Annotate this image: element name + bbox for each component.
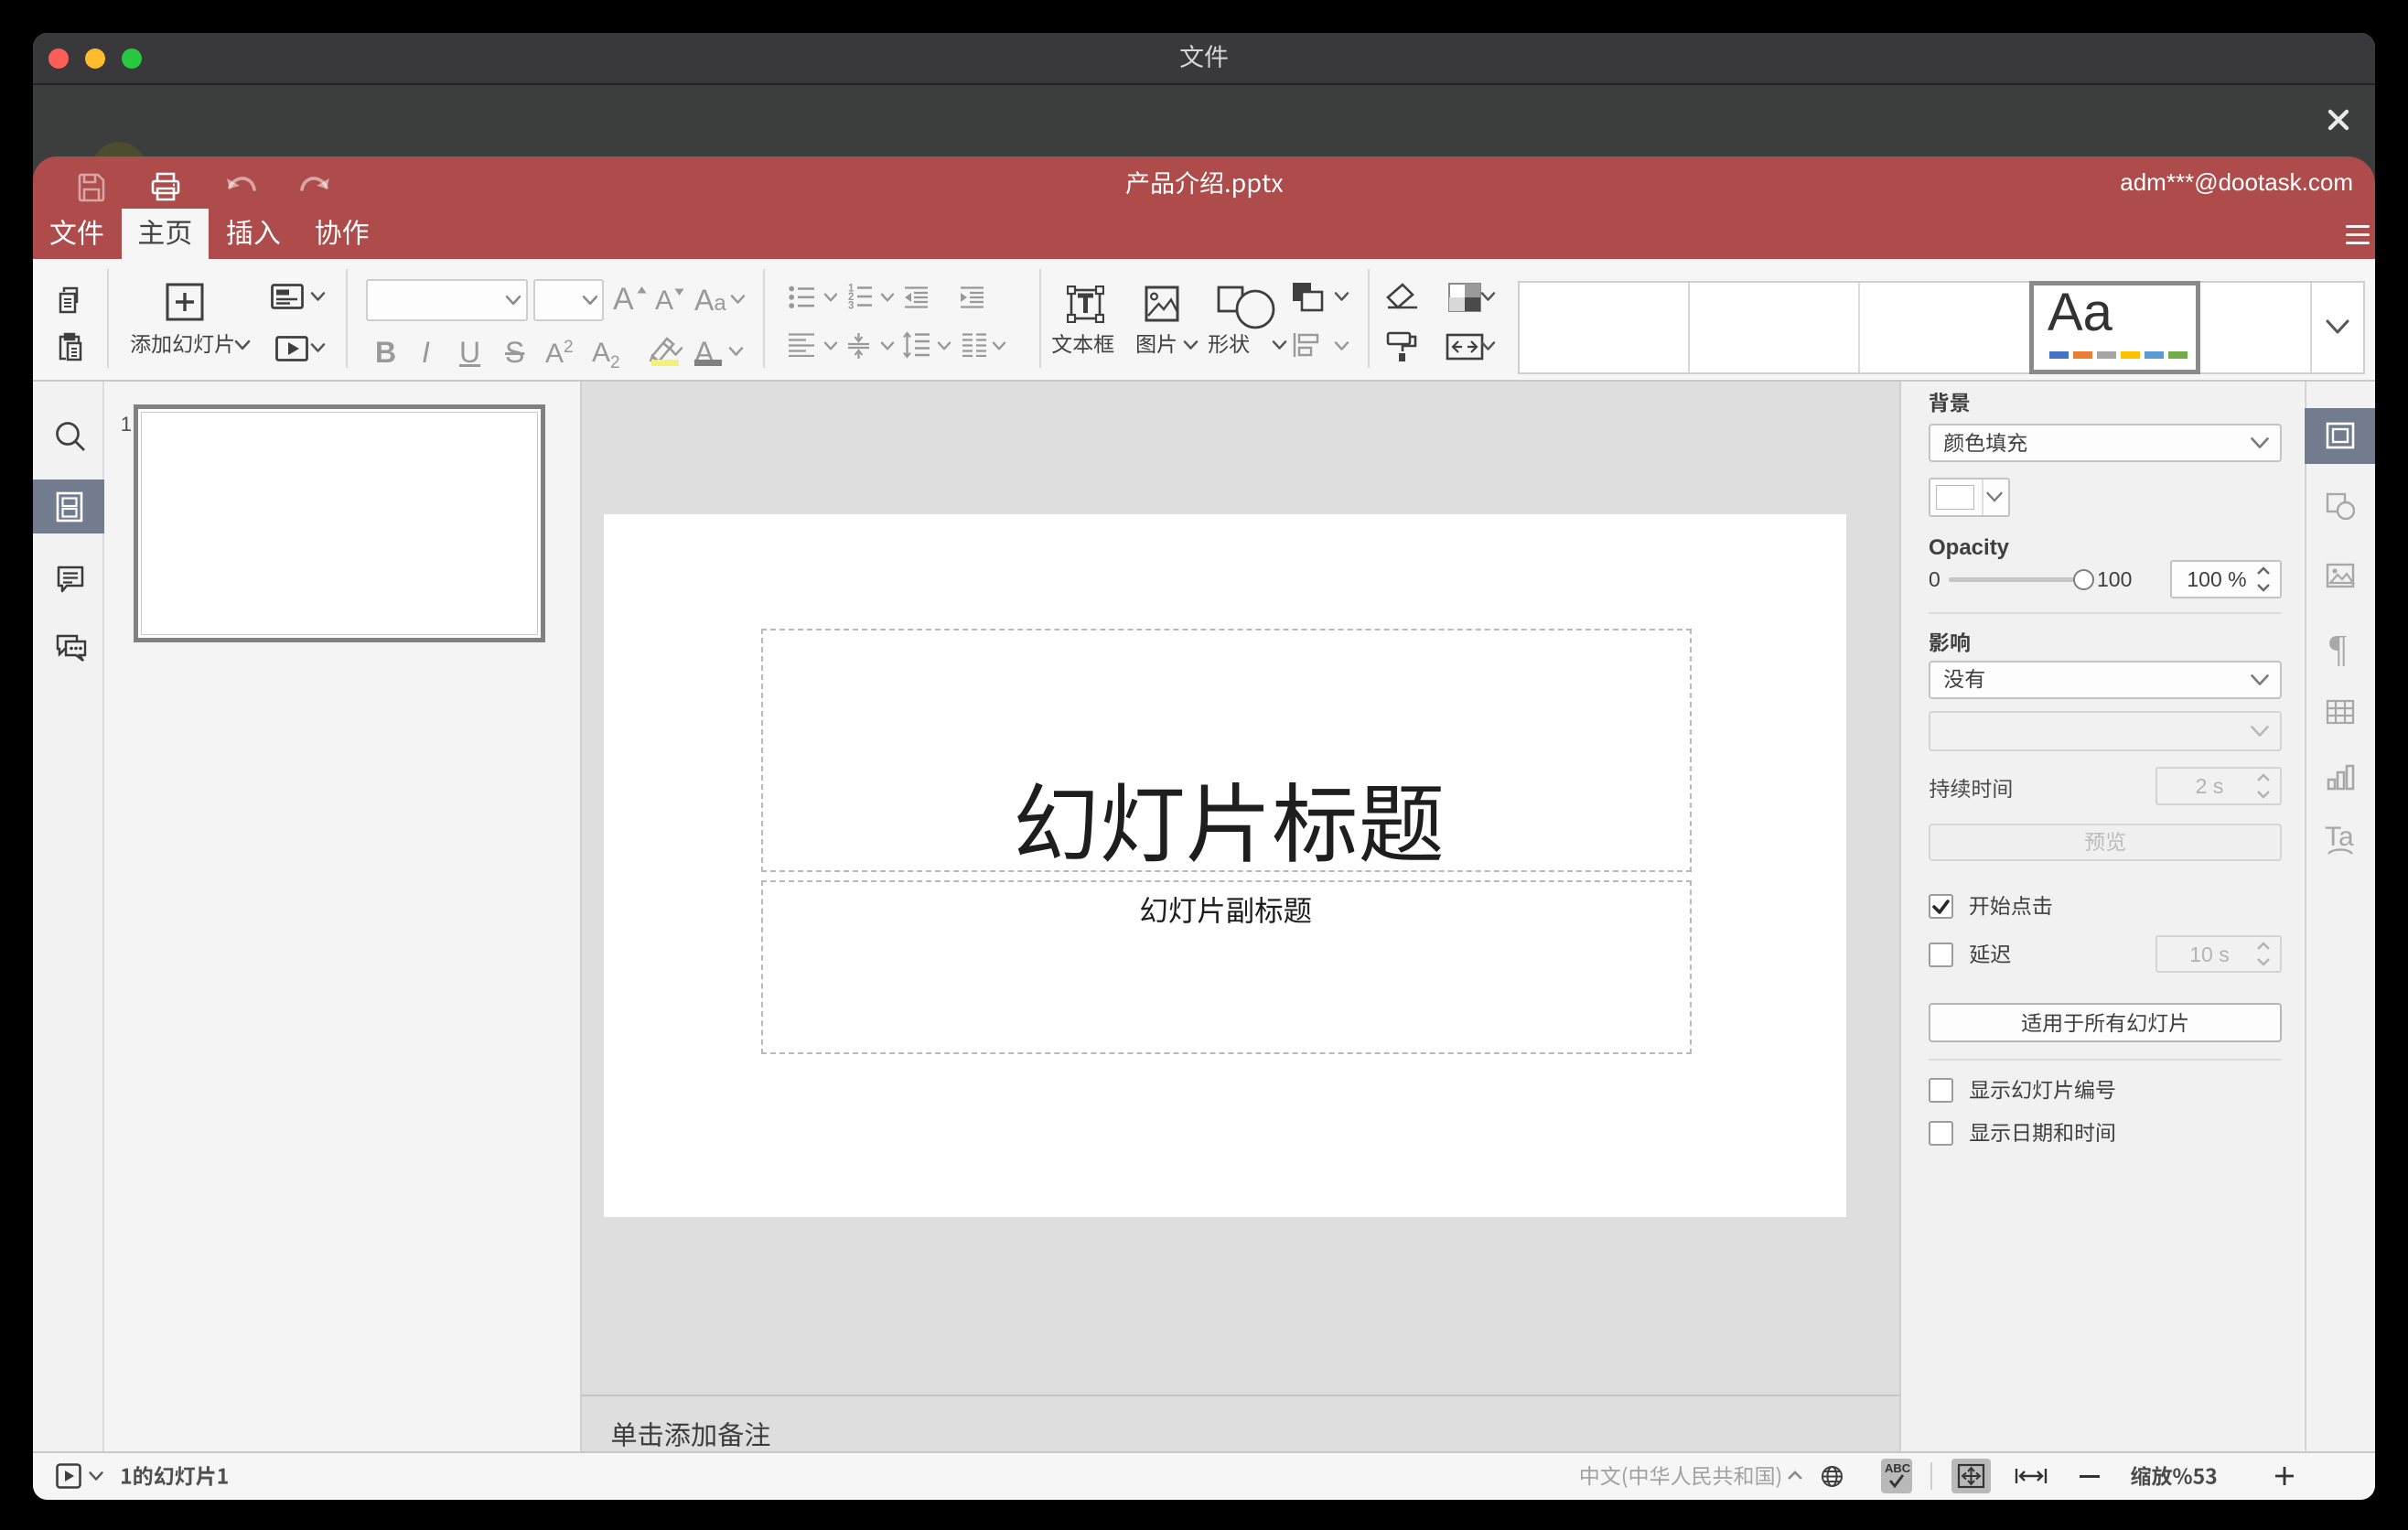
svg-text:ABC: ABC xyxy=(1885,1461,1910,1475)
svg-text:Ta: Ta xyxy=(2325,824,2354,852)
svg-text:3: 3 xyxy=(848,301,854,310)
